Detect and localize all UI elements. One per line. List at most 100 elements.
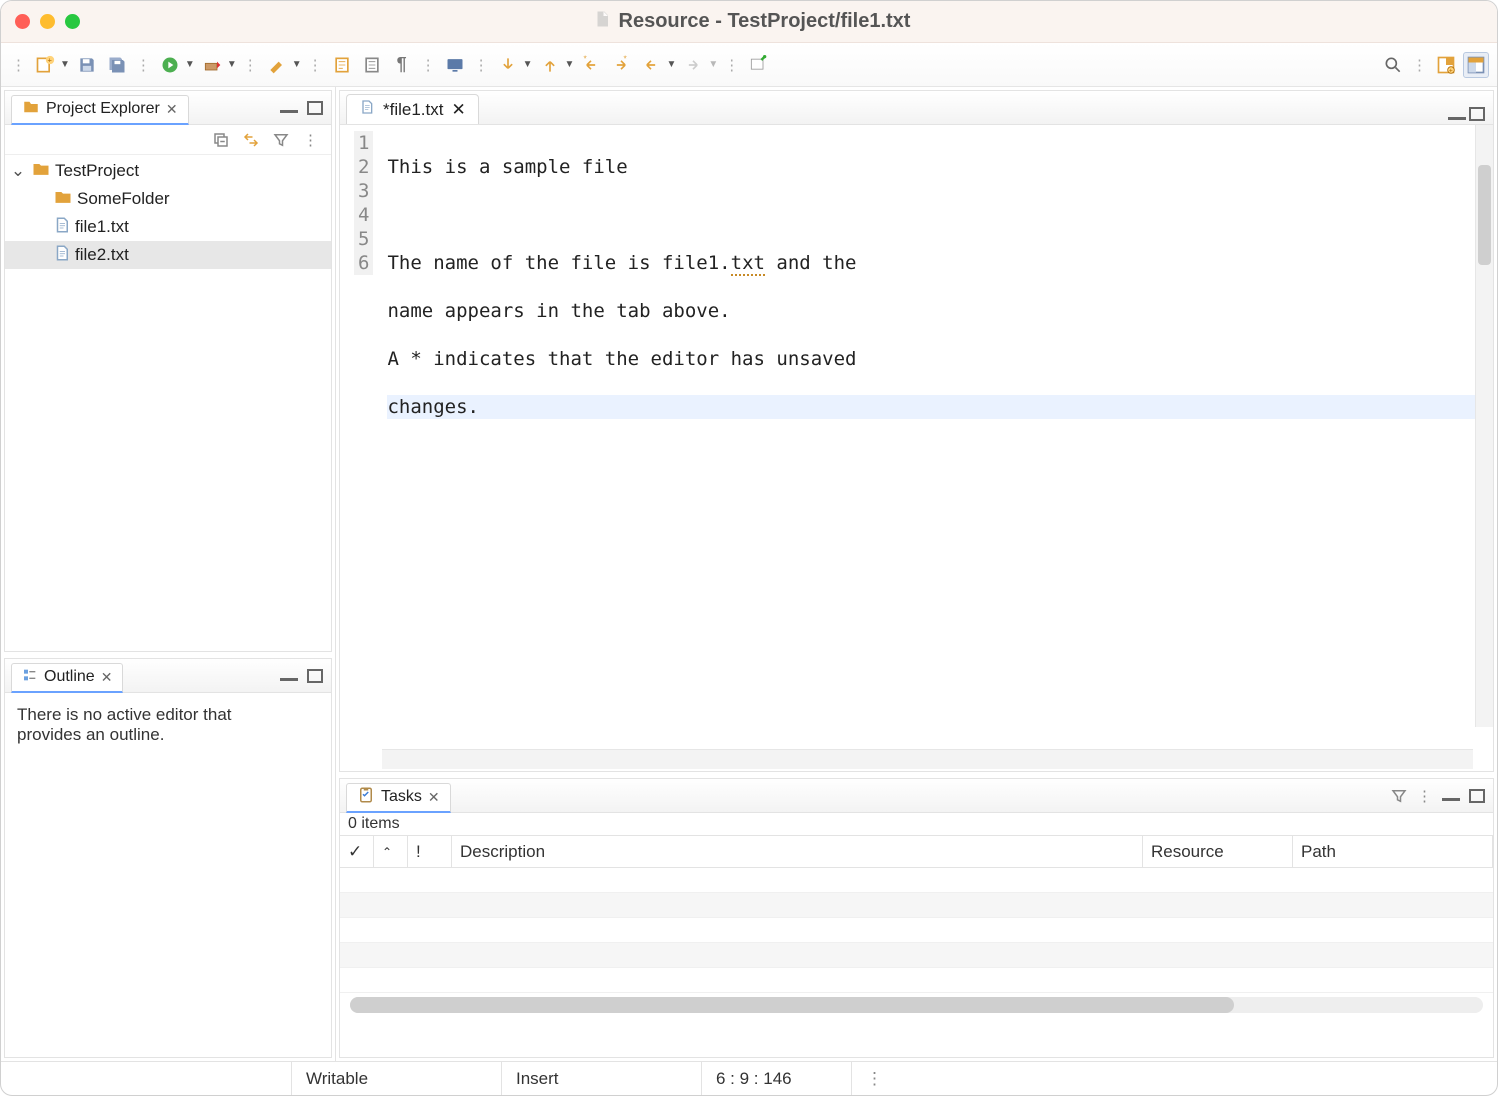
status-position: 6 : 9 : 146 [701, 1062, 851, 1095]
scrollbar-thumb[interactable] [1478, 165, 1491, 265]
tree-project-row[interactable]: ⌄ TestProject [5, 157, 331, 185]
file-icon [359, 99, 375, 120]
table-row[interactable] [340, 943, 1493, 968]
close-icon[interactable]: ✕ [451, 100, 465, 120]
status-menu[interactable]: ⋮ [851, 1062, 898, 1095]
resource-perspective-button[interactable] [1463, 52, 1489, 78]
dropdown-caret-icon[interactable]: ▼ [565, 59, 575, 70]
col-priority[interactable]: ! [408, 836, 452, 867]
show-whitespace-button[interactable]: ¶ [389, 52, 415, 78]
table-row[interactable] [340, 968, 1493, 993]
col-description[interactable]: Description [452, 836, 1143, 867]
external-tools-button[interactable] [199, 52, 225, 78]
toolbar-separator [419, 56, 438, 74]
vertical-scrollbar[interactable] [1475, 125, 1493, 727]
maximize-icon[interactable] [305, 666, 325, 686]
tasks-icon [357, 786, 375, 809]
toggle-block-button[interactable] [359, 52, 385, 78]
save-button[interactable] [74, 52, 100, 78]
toolbar-handle[interactable] [9, 56, 28, 74]
new-button[interactable]: + [32, 52, 58, 78]
project-tree[interactable]: ⌄ TestProject SomeFolder file1.txt [5, 155, 331, 651]
horizontal-scrollbar[interactable] [350, 997, 1483, 1013]
tasks-tab[interactable]: Tasks ✕ [346, 783, 451, 813]
run-button[interactable] [157, 52, 183, 78]
chevron-down-icon[interactable]: ⌄ [9, 161, 27, 181]
view-menu-icon[interactable]: ⋮ [301, 130, 321, 150]
maximize-icon[interactable] [1467, 786, 1487, 806]
table-row[interactable] [340, 868, 1493, 893]
save-all-button[interactable] [104, 52, 130, 78]
outline-label: Outline [44, 668, 95, 686]
close-icon[interactable]: ✕ [101, 669, 113, 686]
svg-text:+: + [1449, 67, 1453, 74]
table-row[interactable] [340, 893, 1493, 918]
code-line: This is a sample file [387, 155, 1485, 179]
zoom-window-button[interactable] [65, 14, 80, 29]
back-button[interactable] [638, 52, 664, 78]
project-explorer-tab[interactable]: Project Explorer ✕ [11, 95, 189, 125]
toolbar-separator [722, 56, 741, 74]
dropdown-caret-icon[interactable]: ▼ [708, 59, 718, 70]
main-toolbar: +▼ ▼ ▼ ▼ ¶ ▼ ▼ * * ▼ ▼ + [1, 43, 1497, 87]
main-area: Project Explorer ✕ ⋮ ⌄ [1, 87, 1497, 1061]
brush-button[interactable] [264, 52, 290, 78]
close-icon[interactable]: ✕ [166, 101, 178, 118]
collapse-all-icon[interactable] [211, 130, 231, 150]
col-path[interactable]: Path [1293, 836, 1493, 867]
toolbar-separator [472, 56, 491, 74]
tree-file-row[interactable]: file2.txt [5, 241, 331, 269]
col-resource[interactable]: Resource [1143, 836, 1293, 867]
pin-button[interactable] [745, 52, 771, 78]
outline-tab[interactable]: Outline ✕ [11, 663, 123, 693]
screen-button[interactable] [442, 52, 468, 78]
minimize-window-button[interactable] [40, 14, 55, 29]
right-column: *file1.txt ✕ 1 2 3 4 5 6 [336, 87, 1497, 1061]
maximize-icon[interactable] [305, 98, 325, 118]
code-line: A * indicates that the editor has unsave… [387, 347, 1485, 371]
dropdown-caret-icon[interactable]: ▼ [185, 59, 195, 70]
folder-icon [22, 98, 40, 121]
col-sort[interactable]: ⌃ [374, 836, 408, 867]
line-number: 4 [354, 203, 373, 227]
minimize-icon[interactable] [279, 98, 299, 118]
editor-body[interactable]: 1 2 3 4 5 6 This is a sample file The na… [340, 125, 1493, 749]
open-perspective-button[interactable]: + [1433, 52, 1459, 78]
minimize-icon[interactable] [279, 666, 299, 686]
close-icon[interactable]: ✕ [428, 789, 440, 806]
table-row[interactable] [340, 918, 1493, 943]
toolbar-separator [241, 56, 260, 74]
minimize-icon[interactable] [1441, 786, 1461, 806]
code-line: name appears in the tab above. [387, 299, 1485, 323]
forward-button[interactable] [680, 52, 706, 78]
filter-icon[interactable] [271, 130, 291, 150]
tree-file-label: file2.txt [75, 245, 129, 265]
editor-tab[interactable]: *file1.txt ✕ [346, 94, 479, 124]
col-complete[interactable]: ✓ [340, 836, 374, 867]
app-window: Resource - TestProject/file1.txt +▼ ▼ ▼ … [0, 0, 1498, 1096]
next-annotation-button[interactable] [495, 52, 521, 78]
tree-file-row[interactable]: file1.txt [5, 213, 331, 241]
horizontal-scrollbar[interactable] [382, 749, 1473, 769]
maximize-icon[interactable] [1467, 104, 1487, 124]
dropdown-caret-icon[interactable]: ▼ [292, 59, 302, 70]
back-star-button[interactable]: * [608, 52, 634, 78]
code-area[interactable]: This is a sample file The name of the fi… [379, 125, 1493, 749]
search-button[interactable] [1380, 52, 1406, 78]
tree-file-label: file1.txt [75, 217, 129, 237]
close-window-button[interactable] [15, 14, 30, 29]
titlebar: Resource - TestProject/file1.txt [1, 1, 1497, 43]
toggle-mark-button[interactable] [329, 52, 355, 78]
prev-annotation-button[interactable] [537, 52, 563, 78]
dropdown-caret-icon[interactable]: ▼ [666, 59, 676, 70]
minimize-icon[interactable] [1447, 104, 1467, 124]
last-edit-button[interactable]: * [578, 52, 604, 78]
view-menu-icon[interactable]: ⋮ [1415, 786, 1435, 806]
dropdown-caret-icon[interactable]: ▼ [60, 59, 70, 70]
dropdown-caret-icon[interactable]: ▼ [523, 59, 533, 70]
link-editor-icon[interactable] [241, 130, 261, 150]
scrollbar-thumb[interactable] [350, 997, 1234, 1013]
tree-folder-row[interactable]: SomeFolder [5, 185, 331, 213]
dropdown-caret-icon[interactable]: ▼ [227, 59, 237, 70]
filter-icon[interactable] [1389, 786, 1409, 806]
